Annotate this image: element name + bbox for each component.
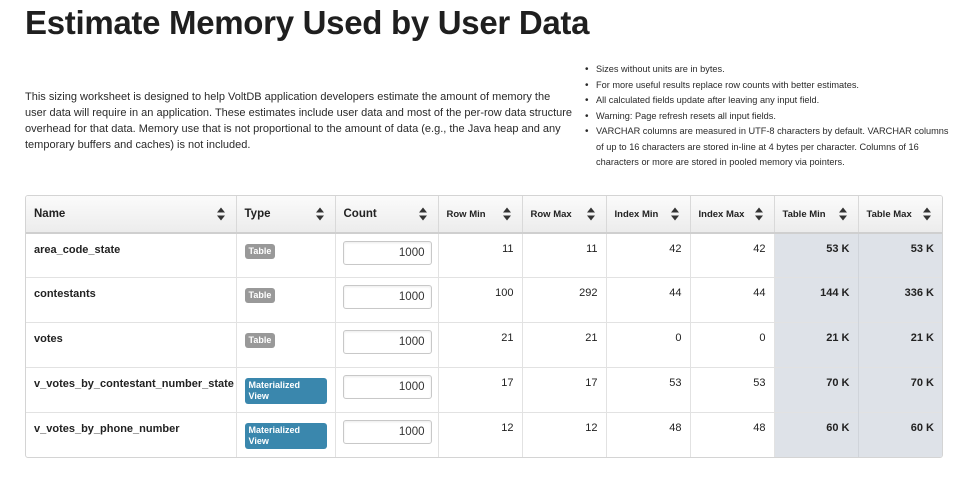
row-name: votes	[26, 322, 237, 368]
column-header-table-max[interactable]: Table Max	[858, 196, 942, 234]
note-item: Warning: Page refresh resets all input f…	[584, 109, 954, 125]
note-item: Sizes without units are in bytes.	[584, 62, 954, 78]
row-min-value: 11	[438, 233, 523, 278]
sort-icon	[754, 207, 764, 221]
index-max-value: 0	[690, 322, 775, 368]
index-min-value: 0	[606, 322, 691, 368]
table-min-value: 70 K	[774, 366, 859, 413]
row-min-value: 21	[438, 322, 523, 368]
sizing-table-container: Name Type Count Row Min Row Max Index Mi…	[25, 195, 943, 458]
row-min-value: 100	[438, 277, 523, 323]
column-header-table-min[interactable]: Table Min	[774, 196, 859, 234]
sort-icon	[838, 207, 848, 221]
sort-icon	[923, 207, 932, 221]
sort-icon	[418, 207, 428, 221]
sort-icon	[315, 207, 325, 221]
column-header-name[interactable]: Name	[26, 196, 237, 234]
type-badge: Materialized View	[244, 377, 327, 404]
count-input[interactable]	[342, 241, 432, 265]
table-row: v_votes_by_contestant_number_state Mater…	[26, 366, 942, 413]
column-header-type[interactable]: Type	[236, 196, 336, 234]
row-max-value: 11	[522, 233, 607, 278]
table-row: votes Table 21 21 0 0 21 K 21 K	[26, 322, 942, 368]
type-badge: Table	[244, 333, 276, 349]
table-max-value: 70 K	[858, 366, 942, 413]
table-row: v_votes_by_phone_number Materialized Vie…	[26, 411, 942, 457]
row-min-value: 17	[438, 366, 523, 413]
index-min-value: 48	[606, 411, 691, 457]
count-input[interactable]	[342, 374, 432, 399]
table-min-value: 21 K	[774, 322, 859, 368]
index-max-value: 42	[690, 233, 775, 278]
row-name: v_votes_by_contestant_number_state	[26, 366, 237, 413]
column-header-index-min[interactable]: Index Min	[606, 196, 691, 234]
index-min-value: 42	[606, 233, 691, 278]
sort-icon	[216, 207, 226, 221]
index-max-value: 44	[690, 277, 775, 323]
index-min-value: 44	[606, 277, 691, 323]
table-max-value: 336 K	[858, 277, 942, 323]
type-badge: Materialized View	[244, 422, 327, 449]
row-max-value: 21	[522, 322, 607, 368]
index-max-value: 48	[690, 411, 775, 457]
table-min-value: 53 K	[774, 233, 859, 278]
row-max-value: 292	[522, 277, 607, 323]
column-header-count[interactable]: Count	[335, 196, 439, 234]
table-max-value: 21 K	[858, 322, 942, 368]
row-name: area_code_state	[26, 233, 237, 278]
table-max-value: 60 K	[858, 411, 942, 457]
row-max-value: 12	[522, 411, 607, 457]
sizing-table: Name Type Count Row Min Row Max Index Mi…	[26, 196, 942, 457]
note-item: VARCHAR columns are measured in UTF-8 ch…	[584, 124, 954, 171]
type-badge: Table	[244, 288, 276, 304]
index-min-value: 53	[606, 366, 691, 413]
row-min-value: 12	[438, 411, 523, 457]
note-item: For more useful results replace row coun…	[584, 78, 954, 94]
table-max-value: 53 K	[858, 233, 942, 278]
notes-list: Sizes without units are in bytes. For mo…	[584, 62, 954, 171]
table-row: contestants Table 100 292 44 44 144 K 33…	[26, 277, 942, 323]
row-max-value: 17	[522, 366, 607, 413]
note-item: All calculated fields update after leavi…	[584, 93, 954, 109]
count-input[interactable]	[342, 285, 432, 310]
column-header-row-min[interactable]: Row Min	[438, 196, 523, 234]
sort-icon	[586, 207, 596, 221]
table-min-value: 60 K	[774, 411, 859, 457]
type-badge: Table	[244, 244, 276, 259]
row-name: v_votes_by_phone_number	[26, 411, 237, 457]
table-min-value: 144 K	[774, 277, 859, 323]
table-row: area_code_state Table 11 11 42 42 53 K 5…	[26, 233, 942, 278]
intro-paragraph: This sizing worksheet is designed to hel…	[25, 91, 573, 151]
count-input[interactable]	[342, 419, 432, 444]
count-input[interactable]	[342, 330, 432, 355]
row-name: contestants	[26, 277, 237, 323]
column-header-row-max[interactable]: Row Max	[522, 196, 607, 234]
sort-icon	[670, 207, 680, 221]
column-header-index-max[interactable]: Index Max	[690, 196, 775, 234]
index-max-value: 53	[690, 366, 775, 413]
sort-icon	[502, 207, 512, 221]
page-title: Estimate Memory Used by User Data	[25, 4, 590, 41]
